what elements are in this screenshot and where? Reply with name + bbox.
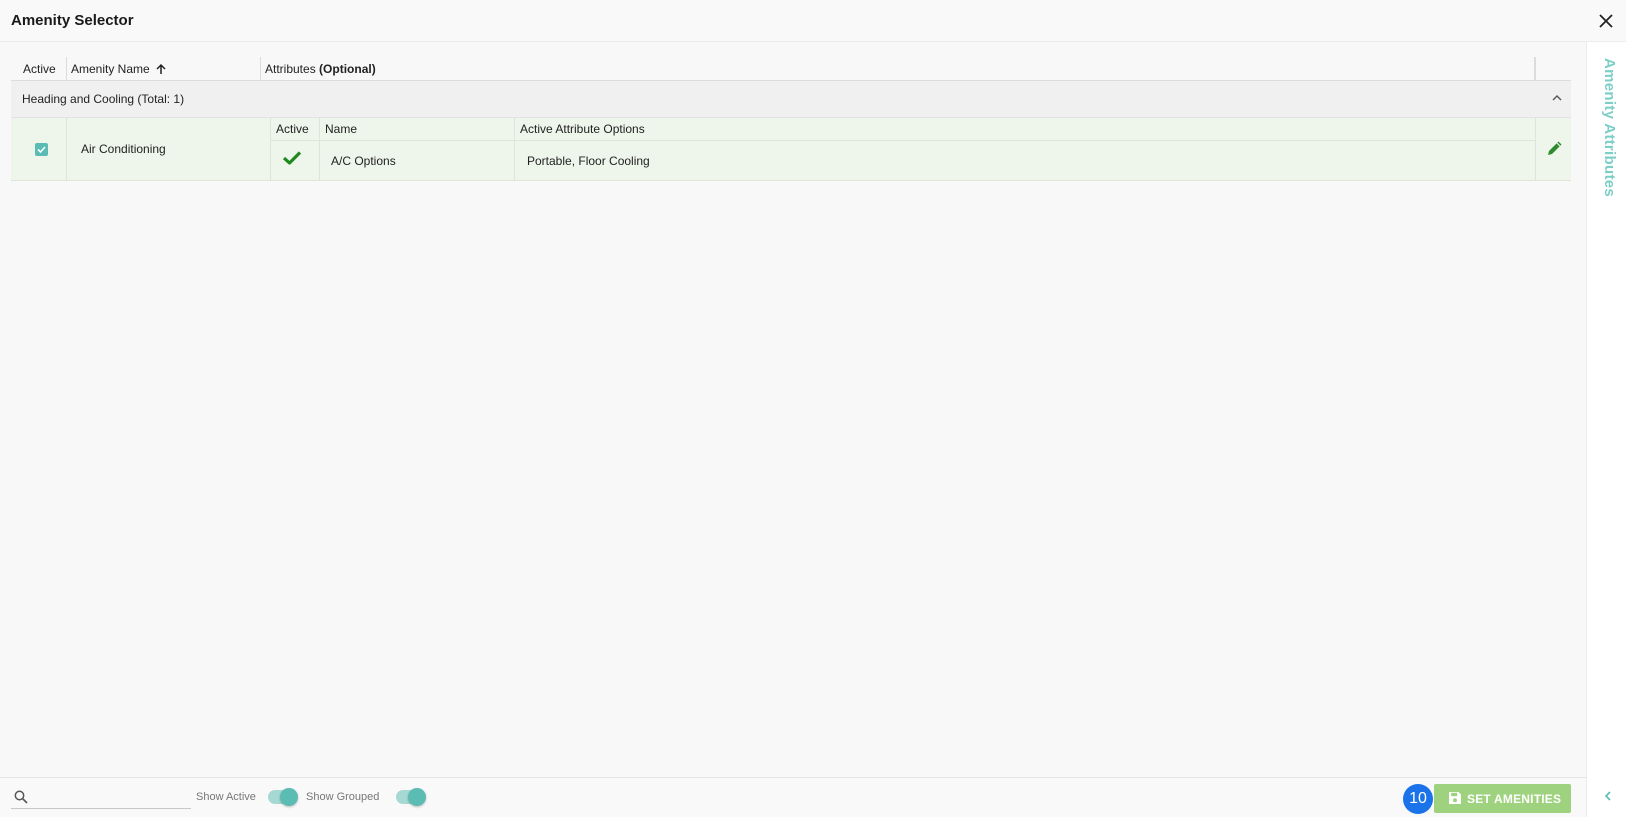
show-grouped-toggle[interactable] [396, 788, 426, 806]
chevron-up-icon[interactable] [1551, 93, 1563, 103]
set-amenities-button[interactable]: SET AMENITIES [1434, 784, 1571, 813]
checkmark-icon [37, 146, 46, 154]
column-header-actions [1535, 57, 1571, 81]
chevron-left-icon[interactable] [1603, 790, 1613, 802]
column-header-amenity-name[interactable]: Amenity Name [67, 57, 261, 81]
show-active-label: Show Active [196, 791, 256, 803]
column-header-attributes[interactable]: Attributes (Optional) [261, 57, 1535, 81]
edit-cell [1535, 118, 1571, 181]
pencil-icon[interactable] [1546, 139, 1564, 157]
count-badge: 10 [1403, 784, 1433, 814]
save-icon [1449, 792, 1461, 804]
attr-column-header-active: Active [271, 118, 320, 141]
attr-column-header-name: Name [320, 118, 515, 141]
main-content: Active Amenity Name Attributes (Optional… [0, 42, 1586, 777]
close-button[interactable] [1596, 11, 1616, 31]
side-panel: Amenity Attributes [1586, 42, 1626, 817]
attr-options-cell: Portable, Floor Cooling [515, 141, 1535, 181]
column-header-amenity-name-label: Amenity Name [71, 62, 150, 76]
toggle-knob [280, 788, 298, 806]
attribute-row[interactable]: A/C Options Portable, Floor Cooling [271, 141, 1535, 181]
close-icon [1599, 14, 1613, 28]
attr-name-cell: A/C Options [320, 141, 515, 181]
toggle-knob [408, 788, 426, 806]
show-active-toggle[interactable] [268, 788, 298, 806]
column-header-attributes-label: Attributes [265, 62, 316, 76]
amenity-name: Air Conditioning [81, 142, 166, 156]
search-box [11, 783, 191, 809]
attributes-subgrid-header: Active Name Active Attribute Options [271, 118, 1535, 141]
active-cell [11, 118, 67, 181]
amenity-attributes-tab[interactable]: Amenity Attributes [1601, 58, 1618, 197]
attr-active-cell [271, 141, 320, 181]
attributes-subgrid: Active Name Active Attribute Options A/C… [271, 118, 1535, 181]
grid-header: Active Amenity Name Attributes (Optional… [11, 57, 1571, 81]
column-header-active-label: Active [23, 62, 56, 76]
search-icon [14, 790, 28, 804]
group-row[interactable]: Heading and Cooling (Total: 1) [11, 81, 1571, 118]
footer-bar: Show Active Show Grouped 10 SET AMENITIE… [0, 777, 1586, 817]
attr-name: A/C Options [331, 154, 396, 168]
column-header-active[interactable]: Active [11, 57, 67, 81]
attr-column-header-options: Active Attribute Options [520, 122, 645, 136]
amenity-name-cell: Air Conditioning [67, 118, 271, 181]
title-bar: Amenity Selector [0, 0, 1626, 42]
column-header-attributes-suffix: (Optional) [319, 62, 376, 76]
window-title: Amenity Selector [11, 12, 134, 29]
search-input[interactable] [35, 787, 185, 805]
set-amenities-label: SET AMENITIES [1467, 792, 1562, 806]
attr-options: Portable, Floor Cooling [527, 154, 650, 168]
active-checkbox[interactable] [35, 143, 48, 156]
table-row[interactable]: Air Conditioning Active Name Active Attr… [11, 118, 1571, 181]
check-icon [282, 151, 302, 165]
show-grouped-label: Show Grouped [306, 791, 380, 803]
sort-ascending-icon [156, 63, 166, 74]
group-label: Heading and Cooling (Total: 1) [22, 92, 185, 106]
amenity-grid: Active Amenity Name Attributes (Optional… [11, 57, 1571, 181]
